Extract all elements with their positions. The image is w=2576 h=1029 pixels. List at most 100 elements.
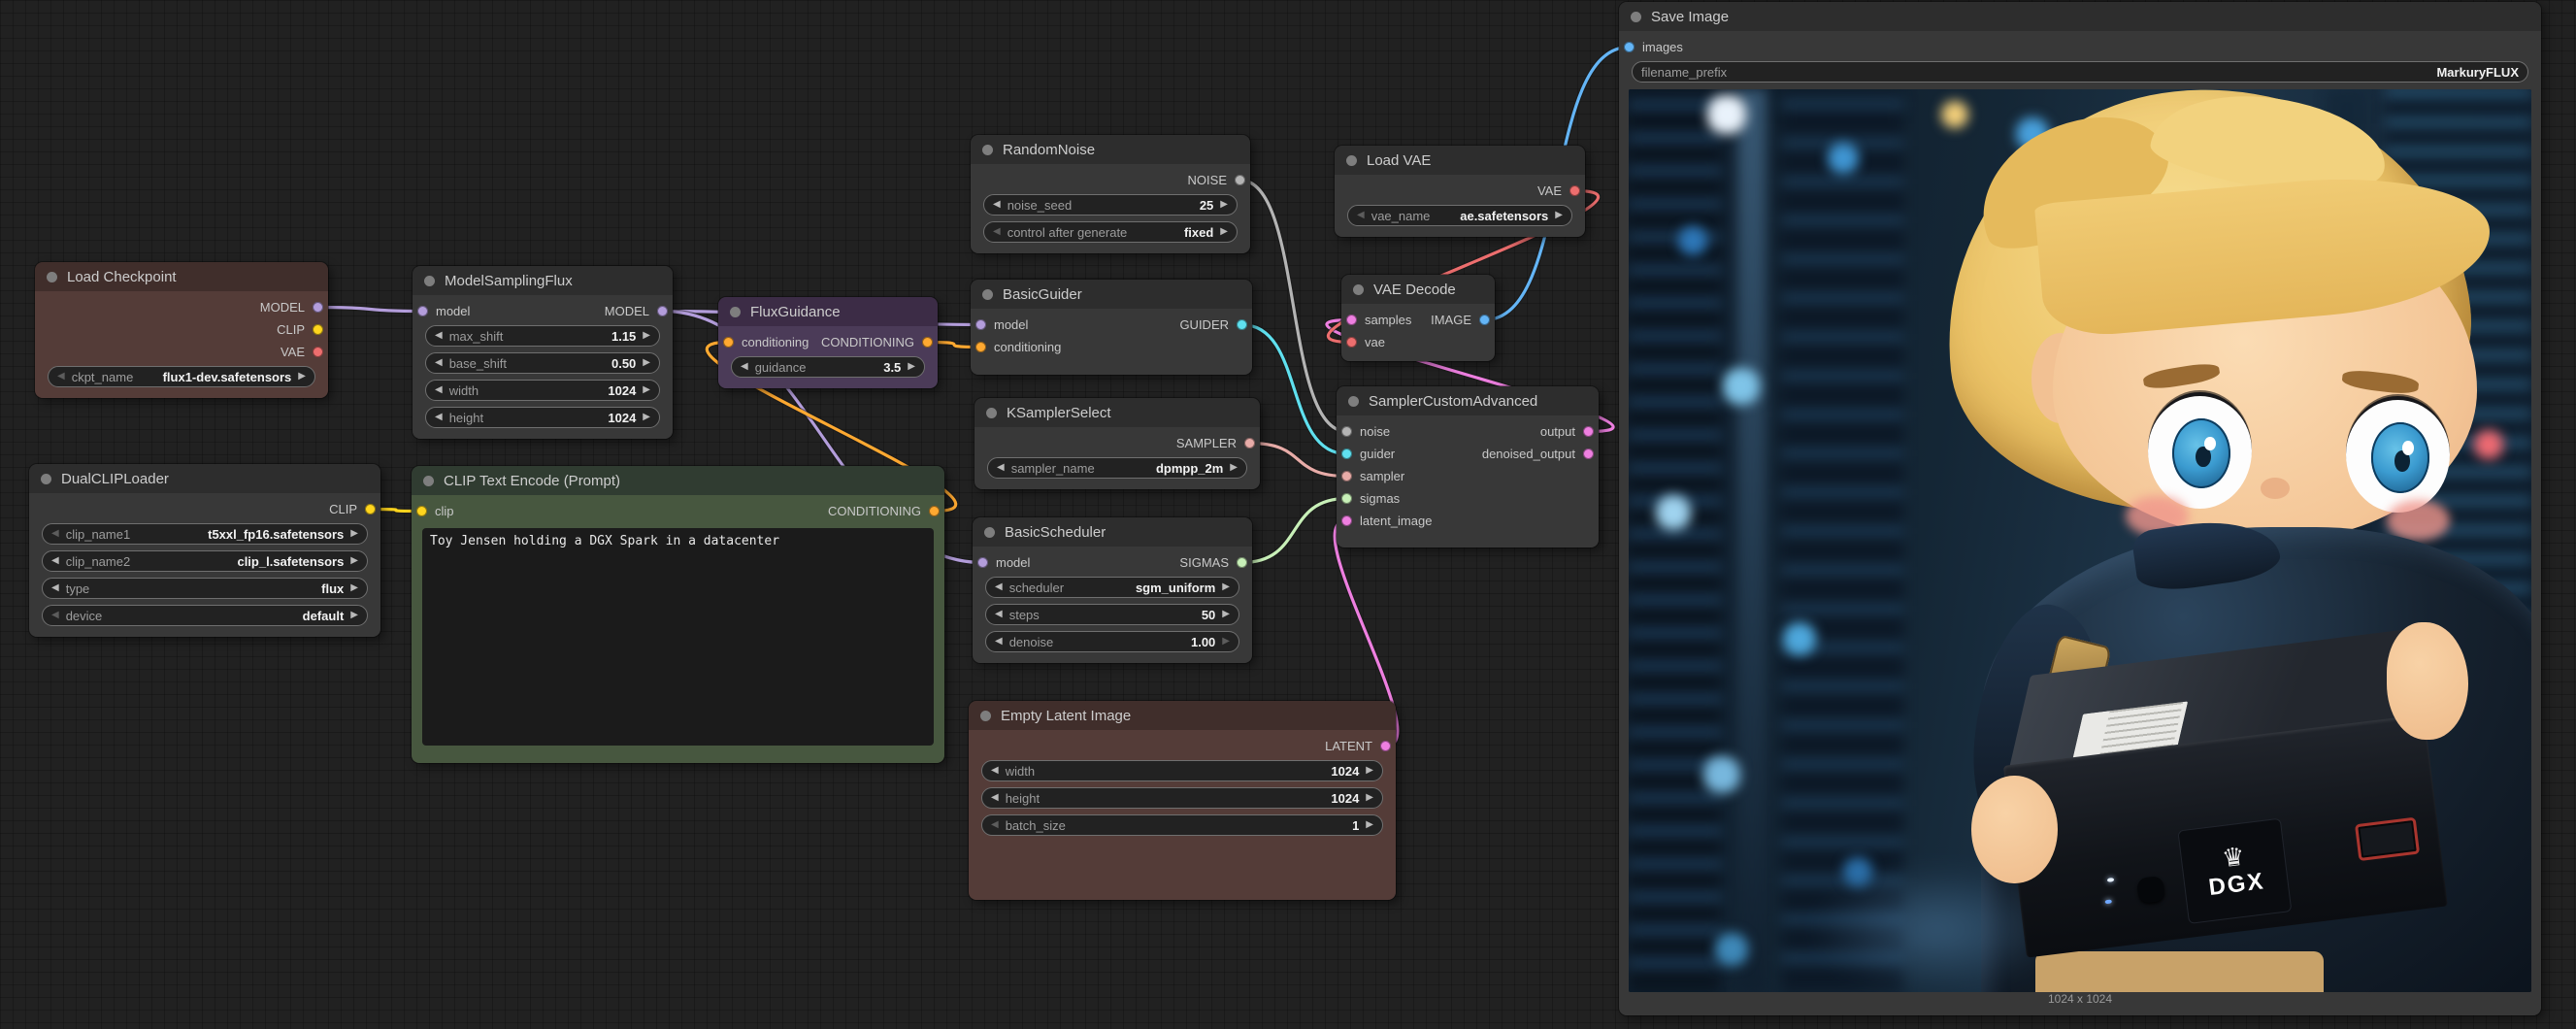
widget-denoise[interactable]: ◀denoise1.00▶ (985, 631, 1239, 652)
decrement-arrow-icon[interactable]: ◀ (1357, 211, 1365, 220)
output-port-clip[interactable] (313, 324, 323, 335)
node-ksampler-select[interactable]: KSamplerSelect SAMPLER◀sampler_namedpmpp… (974, 398, 1260, 489)
collapse-dot-icon[interactable] (1353, 284, 1364, 295)
node-header[interactable]: BasicGuider (971, 280, 1252, 309)
increment-arrow-icon[interactable]: ▶ (1222, 610, 1230, 619)
node-clip-text-encode[interactable]: CLIP Text Encode (Prompt) clipCONDITIONI… (412, 466, 944, 763)
collapse-dot-icon[interactable] (982, 145, 993, 155)
increment-arrow-icon[interactable]: ▶ (1222, 582, 1230, 592)
input-port-samples[interactable] (1346, 315, 1357, 325)
widget-sampler-name[interactable]: ◀sampler_namedpmpp_2m▶ (987, 457, 1247, 479)
node-empty-latent-image[interactable]: Empty Latent Image LATENT◀width1024▶◀hei… (969, 701, 1396, 900)
output-port-conditioning[interactable] (922, 337, 933, 348)
node-header[interactable]: KSamplerSelect (974, 398, 1260, 427)
output-port-vae[interactable] (1569, 185, 1580, 196)
node-random-noise[interactable]: RandomNoise NOISE◀noise_seed25▶◀control … (971, 135, 1250, 253)
collapse-dot-icon[interactable] (1346, 155, 1357, 166)
output-port-model[interactable] (657, 306, 668, 316)
widget-scheduler[interactable]: ◀schedulersgm_uniform▶ (985, 577, 1239, 598)
collapse-dot-icon[interactable] (423, 476, 434, 486)
widget-control-after-generate[interactable]: ◀control after generatefixed▶ (983, 221, 1238, 243)
input-port-model[interactable] (975, 319, 986, 330)
decrement-arrow-icon[interactable]: ◀ (995, 637, 1003, 647)
input-port-latent-image[interactable] (1341, 515, 1352, 526)
decrement-arrow-icon[interactable]: ◀ (993, 200, 1001, 210)
decrement-arrow-icon[interactable]: ◀ (995, 610, 1003, 619)
widget-guidance[interactable]: ◀guidance3.5▶ (731, 356, 925, 378)
node-flux-guidance[interactable]: FluxGuidance conditioningCONDITIONING◀gu… (718, 297, 938, 388)
decrement-arrow-icon[interactable]: ◀ (995, 582, 1003, 592)
node-header[interactable]: Save Image (1619, 2, 2541, 31)
increment-arrow-icon[interactable]: ▶ (1366, 766, 1373, 776)
widget-width[interactable]: ◀width1024▶ (425, 380, 660, 401)
output-port-output[interactable] (1583, 426, 1594, 437)
node-header[interactable]: Load VAE (1335, 146, 1585, 175)
node-header[interactable]: RandomNoise (971, 135, 1250, 164)
output-port-denoised-output[interactable] (1583, 448, 1594, 459)
increment-arrow-icon[interactable]: ▶ (1366, 820, 1373, 830)
widget-vae-name[interactable]: ◀vae_nameae.safetensors▶ (1347, 205, 1572, 226)
widget-height[interactable]: ◀height1024▶ (425, 407, 660, 428)
decrement-arrow-icon[interactable]: ◀ (993, 227, 1001, 237)
collapse-dot-icon[interactable] (984, 527, 995, 538)
node-load-vae[interactable]: Load VAE VAE◀vae_nameae.safetensors▶ (1335, 146, 1585, 237)
input-port-sampler[interactable] (1341, 471, 1352, 481)
node-vae-decode[interactable]: VAE Decode samplesIMAGEvae (1341, 275, 1495, 361)
input-port-model[interactable] (417, 306, 428, 316)
prompt-textarea[interactable]: Toy Jensen holding a DGX Spark in a data… (422, 528, 934, 746)
node-header[interactable]: CLIP Text Encode (Prompt) (412, 466, 944, 495)
input-port-noise[interactable] (1341, 426, 1352, 437)
decrement-arrow-icon[interactable]: ◀ (435, 385, 443, 395)
output-port-image[interactable] (1479, 315, 1490, 325)
increment-arrow-icon[interactable]: ▶ (1222, 637, 1230, 647)
collapse-dot-icon[interactable] (730, 307, 741, 317)
increment-arrow-icon[interactable]: ▶ (1555, 211, 1563, 220)
increment-arrow-icon[interactable]: ▶ (643, 413, 650, 422)
widget-width[interactable]: ◀width1024▶ (981, 760, 1383, 781)
decrement-arrow-icon[interactable]: ◀ (991, 820, 999, 830)
widget-type[interactable]: ◀typeflux▶ (42, 578, 368, 599)
output-port-sigmas[interactable] (1237, 557, 1247, 568)
node-graph-canvas[interactable]: Load Checkpoint MODELCLIPVAE◀ckpt_namefl… (0, 0, 2576, 1029)
input-port-vae[interactable] (1346, 337, 1357, 348)
input-port-sigmas[interactable] (1341, 493, 1352, 504)
widget-clip-name1[interactable]: ◀clip_name1t5xxl_fp16.safetensors▶ (42, 523, 368, 545)
node-header[interactable]: Empty Latent Image (969, 701, 1396, 730)
output-port-vae[interactable] (313, 347, 323, 357)
collapse-dot-icon[interactable] (41, 474, 51, 484)
node-header[interactable]: ModelSamplingFlux (413, 266, 673, 295)
node-dual-clip-loader[interactable]: DualCLIPLoader CLIP◀clip_name1t5xxl_fp16… (29, 464, 380, 637)
increment-arrow-icon[interactable]: ▶ (643, 385, 650, 395)
decrement-arrow-icon[interactable]: ◀ (51, 583, 59, 593)
decrement-arrow-icon[interactable]: ◀ (51, 529, 59, 539)
decrement-arrow-icon[interactable]: ◀ (991, 793, 999, 803)
node-model-sampling-flux[interactable]: ModelSamplingFlux modelMODEL◀max_shift1.… (413, 266, 673, 439)
widget-clip-name2[interactable]: ◀clip_name2clip_l.safetensors▶ (42, 550, 368, 572)
node-basic-guider[interactable]: BasicGuider modelGUIDERconditioning (971, 280, 1252, 375)
collapse-dot-icon[interactable] (424, 276, 435, 286)
increment-arrow-icon[interactable]: ▶ (350, 611, 358, 620)
input-port-guider[interactable] (1341, 448, 1352, 459)
node-header[interactable]: DualCLIPLoader (29, 464, 380, 493)
increment-arrow-icon[interactable]: ▶ (1220, 200, 1228, 210)
collapse-dot-icon[interactable] (982, 289, 993, 300)
output-port-guider[interactable] (1237, 319, 1247, 330)
widget-steps[interactable]: ◀steps50▶ (985, 604, 1239, 625)
input-port-clip[interactable] (416, 506, 427, 516)
collapse-dot-icon[interactable] (980, 711, 991, 721)
increment-arrow-icon[interactable]: ▶ (908, 362, 915, 372)
increment-arrow-icon[interactable]: ▶ (643, 358, 650, 368)
decrement-arrow-icon[interactable]: ◀ (435, 358, 443, 368)
widget-base-shift[interactable]: ◀base_shift0.50▶ (425, 352, 660, 374)
widget-max-shift[interactable]: ◀max_shift1.15▶ (425, 325, 660, 347)
increment-arrow-icon[interactable]: ▶ (643, 331, 650, 341)
node-load-checkpoint[interactable]: Load Checkpoint MODELCLIPVAE◀ckpt_namefl… (35, 262, 328, 398)
node-header[interactable]: VAE Decode (1341, 275, 1495, 304)
collapse-dot-icon[interactable] (1348, 396, 1359, 407)
node-basic-scheduler[interactable]: BasicScheduler modelSIGMAS◀schedulersgm_… (973, 517, 1252, 663)
decrement-arrow-icon[interactable]: ◀ (991, 766, 999, 776)
node-save-image[interactable]: Save Image imagesfilename_prefixMarkuryF… (1619, 2, 2541, 1015)
decrement-arrow-icon[interactable]: ◀ (997, 463, 1005, 473)
widget-noise-seed[interactable]: ◀noise_seed25▶ (983, 194, 1238, 216)
decrement-arrow-icon[interactable]: ◀ (435, 413, 443, 422)
